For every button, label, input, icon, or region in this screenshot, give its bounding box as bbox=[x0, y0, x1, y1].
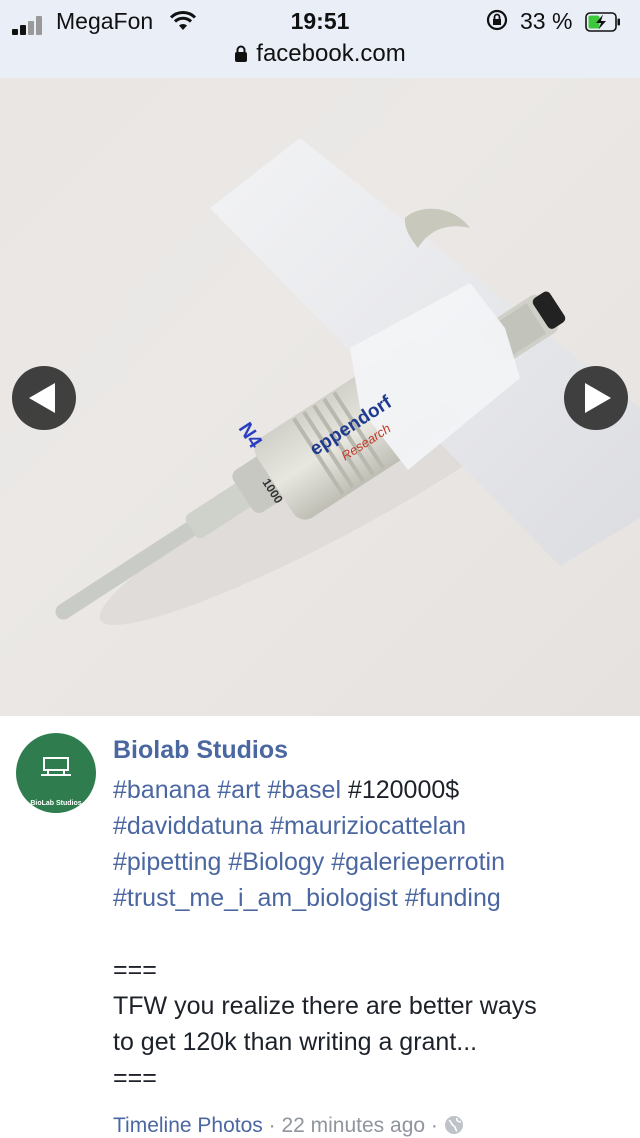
hashtag-line: #pipetting #Biology #galerieperrotin bbox=[113, 844, 623, 880]
rotation-lock-icon bbox=[486, 9, 508, 31]
battery-percent: 33 % bbox=[520, 8, 573, 34]
post-meta: Timeline Photos · 22 minutes ago · bbox=[113, 1114, 464, 1138]
padlock-icon bbox=[235, 45, 248, 62]
previous-photo-button[interactable] bbox=[12, 366, 76, 430]
next-photo-button[interactable] bbox=[564, 366, 628, 430]
separator: === bbox=[113, 956, 157, 984]
post-photo[interactable]: eppendorf Research 1000 N4 bbox=[0, 78, 640, 716]
pipette-image: eppendorf Research 1000 N4 bbox=[55, 138, 640, 626]
chevron-right-icon bbox=[585, 383, 611, 413]
hashtag-link[interactable]: #pipetting bbox=[113, 848, 221, 876]
post-text: #banana #art #basel #120000$ #daviddatun… bbox=[113, 772, 623, 1096]
hashtag-link[interactable]: #funding bbox=[405, 884, 501, 912]
page-name-link[interactable]: Biolab Studios bbox=[113, 736, 288, 765]
hashtag-link[interactable]: #mauriziocattelan bbox=[270, 812, 466, 840]
post-body: BioLab Studios Biolab Studios #banana #a… bbox=[0, 716, 640, 1138]
avatar[interactable]: BioLab Studios bbox=[16, 733, 96, 813]
separator: === bbox=[113, 1064, 157, 1092]
battery-charging-icon bbox=[585, 12, 620, 32]
hashtag-link[interactable]: #daviddatuna bbox=[113, 812, 263, 840]
url-text: facebook.com bbox=[256, 40, 406, 67]
post-timestamp[interactable]: · 22 minutes ago · bbox=[263, 1114, 444, 1137]
avatar-label: BioLab Studios bbox=[30, 800, 82, 807]
hashtag-link[interactable]: #banana bbox=[113, 776, 210, 804]
globe-icon bbox=[444, 1116, 463, 1134]
hashtag-line: #daviddatuna #mauriziocattelan bbox=[113, 808, 623, 844]
hashtag-link[interactable]: #Biology bbox=[228, 848, 324, 876]
post-text-segment: #120000$ bbox=[341, 776, 460, 804]
body-line: to get 120k than writing a grant... bbox=[113, 1028, 478, 1056]
album-link[interactable]: Timeline Photos bbox=[113, 1114, 263, 1137]
hashtag-link[interactable]: #galerieperrotin bbox=[331, 848, 505, 876]
status-bar: MegaFon 19:51 33 % facebook.com bbox=[0, 0, 640, 78]
hashtag-link[interactable]: #trust_me_i_am_biologist bbox=[113, 884, 398, 912]
biolab-logo-icon bbox=[41, 757, 71, 776]
hashtag-link[interactable]: #basel bbox=[267, 776, 341, 804]
chevron-left-icon bbox=[29, 383, 55, 413]
hashtag-line: #banana #art #basel #120000$ bbox=[113, 772, 623, 808]
post-text-segment bbox=[398, 884, 405, 912]
address-bar[interactable]: facebook.com bbox=[0, 40, 640, 68]
hashtag-link[interactable]: #art bbox=[217, 776, 260, 804]
body-line: TFW you realize there are better ways bbox=[113, 992, 537, 1020]
hashtag-line: #trust_me_i_am_biologist #funding bbox=[113, 880, 623, 916]
